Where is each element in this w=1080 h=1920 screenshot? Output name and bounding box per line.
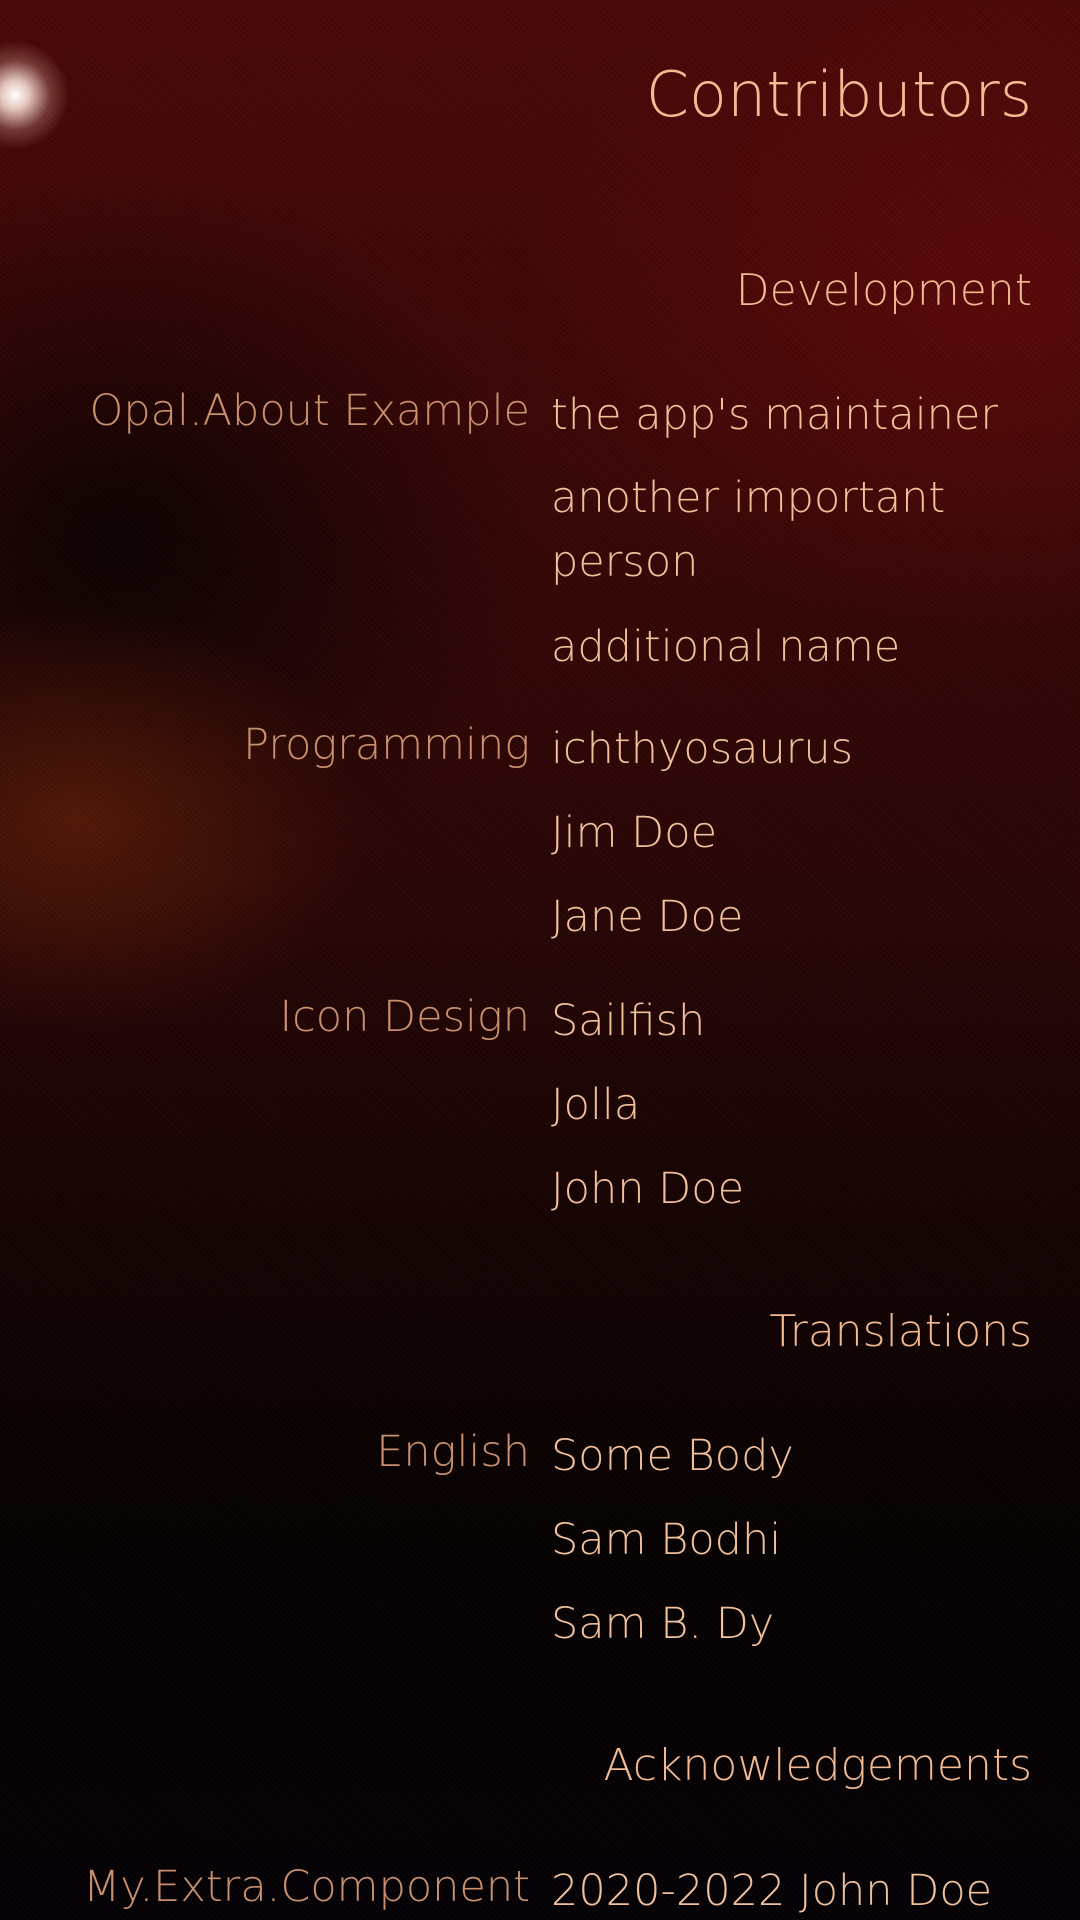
section-header-acknowledgements: Acknowledgements — [603, 1740, 1032, 1791]
group-label-icon-design: Icon Design — [279, 992, 530, 1042]
contributor-name: Sam B. Dy — [551, 1599, 775, 1649]
group-label-opal-about-example: Opal.About Example — [89, 386, 530, 436]
contributor-name: Jim Doe — [551, 808, 718, 858]
contributor-name: Jolla — [551, 1080, 641, 1130]
contributor-name: John Doe — [551, 1164, 745, 1214]
group-label-programming: Programming — [243, 720, 530, 770]
contributor-name: Some Body — [551, 1431, 794, 1481]
contributor-name: Jane Doe — [551, 892, 744, 942]
contributor-name: 2020-2022 John Doe — [551, 1866, 993, 1916]
section-header-development: Development — [735, 265, 1032, 316]
page-title: Contributors — [645, 58, 1032, 131]
contributor-name: ichthyosaurus — [551, 724, 854, 774]
contributor-name: the app's maintainer — [551, 390, 999, 440]
group-label-my-extra-component: My.Extra.Component — [83, 1862, 530, 1912]
contributor-name: additional name — [551, 622, 901, 672]
section-header-translations: Translations — [769, 1306, 1032, 1357]
group-label-english: English — [376, 1427, 530, 1477]
contributor-name: another important person — [551, 473, 946, 587]
contributor-name: Sailfish — [551, 996, 706, 1046]
pull-down-menu-indicator[interactable] — [0, 40, 70, 150]
contributor-name: Sam Bodhi — [551, 1515, 782, 1565]
